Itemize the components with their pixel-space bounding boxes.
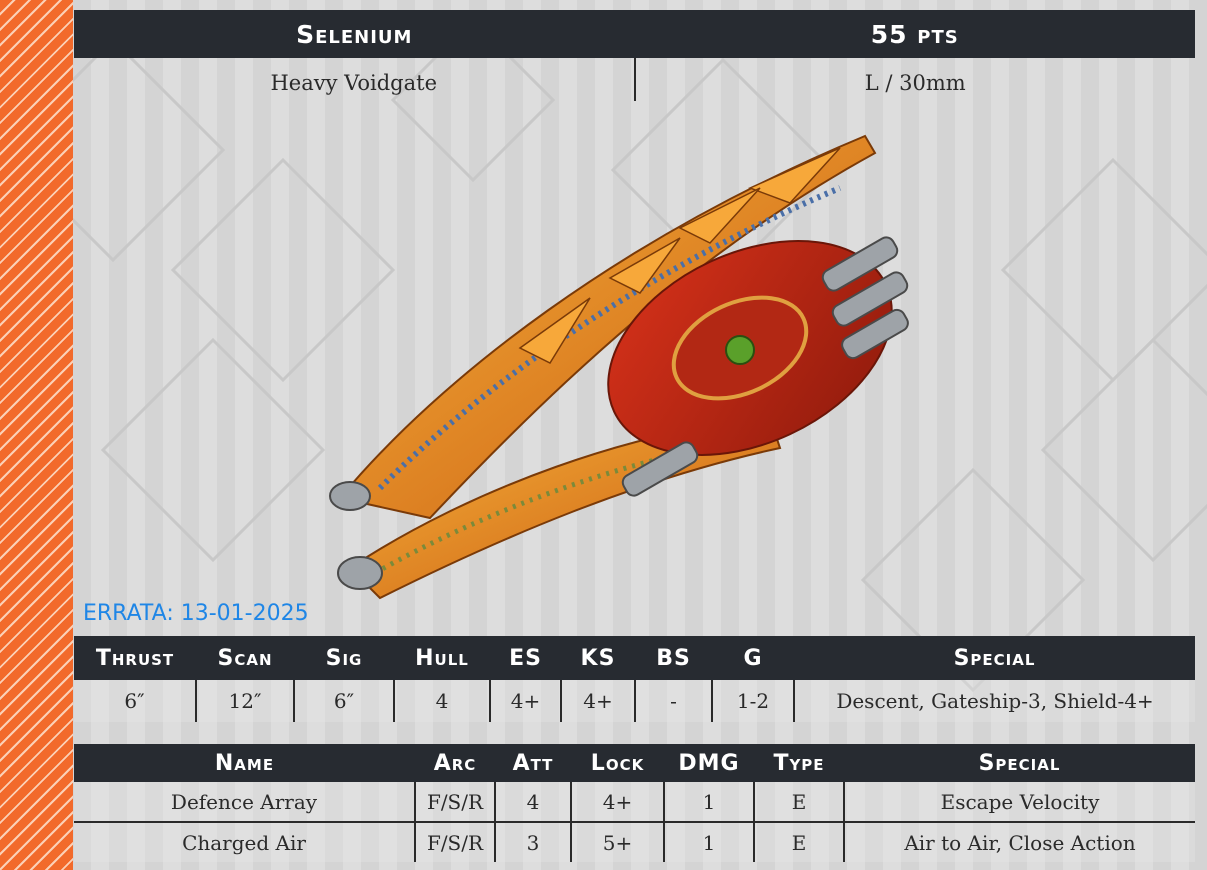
weapon-special: Escape Velocity xyxy=(844,782,1195,823)
weapon-header-arc: Arc xyxy=(415,744,495,782)
stat-g: 1-2 xyxy=(712,680,795,722)
stats-value-row: 6″ 12″ 6″ 4 4+ 4+ - 1-2 Descent, Gateshi… xyxy=(74,680,1195,722)
weapon-type: E xyxy=(754,822,845,862)
stat-header-g: G xyxy=(712,636,794,680)
stat-sig: 6″ xyxy=(294,680,395,722)
stat-bs: - xyxy=(635,680,713,722)
weapon-name: Defence Array xyxy=(74,782,416,823)
weapon-lock: 4+ xyxy=(571,782,665,823)
stat-header-special: Special xyxy=(794,636,1195,680)
weapon-att: 3 xyxy=(495,822,572,862)
ship-class: Heavy Voidgate xyxy=(270,71,438,95)
ship-name: Selenium xyxy=(296,19,413,49)
weapon-header-type: Type xyxy=(754,744,844,782)
stat-header-scan: Scan xyxy=(196,636,294,680)
weapon-dmg: 1 xyxy=(664,822,755,862)
weapons-table: Name Arc Att Lock DMG Type Special Defen… xyxy=(74,744,1195,862)
stat-header-hull: Hull xyxy=(394,636,490,680)
weapon-header-special: Special xyxy=(844,744,1195,782)
weapons-header-row: Name Arc Att Lock DMG Type Special xyxy=(74,744,1195,782)
ship-points: 55 pts xyxy=(870,19,959,49)
stat-header-ks: KS xyxy=(561,636,635,680)
stats-header-row: Thrust Scan Sig Hull ES KS BS G Special xyxy=(74,636,1195,680)
stat-header-sig: Sig xyxy=(294,636,394,680)
unit-card: Selenium 55 pts Heavy Voidgate L / 30mm xyxy=(0,0,1207,870)
weapon-lock: 5+ xyxy=(571,822,665,862)
weapon-arc: F/S/R xyxy=(415,782,496,823)
stat-special: Descent, Gateship-3, Shield-4+ xyxy=(794,680,1195,722)
ship-image xyxy=(329,134,909,600)
weapon-header-att: Att xyxy=(495,744,571,782)
stats-table: Thrust Scan Sig Hull ES KS BS G Special … xyxy=(74,636,1195,722)
stat-header-thrust: Thrust xyxy=(74,636,196,680)
stat-scan: 12″ xyxy=(196,680,295,722)
weapon-row: Charged Air F/S/R 3 5+ 1 E Air to Air, C… xyxy=(74,822,1195,862)
subtitle-row: Heavy Voidgate L / 30mm xyxy=(74,58,1195,102)
errata-date: ERRATA: 13-01-2025 xyxy=(83,601,309,626)
weapon-special: Air to Air, Close Action xyxy=(844,822,1195,862)
stat-header-es: ES xyxy=(490,636,561,680)
stat-ks: 4+ xyxy=(561,680,636,722)
weapon-att: 4 xyxy=(495,782,572,823)
title-bar: Selenium 55 pts xyxy=(74,10,1195,58)
stat-hull: 4 xyxy=(394,680,491,722)
weapon-header-name: Name xyxy=(74,744,415,782)
weapon-type: E xyxy=(754,782,845,823)
stat-header-bs: BS xyxy=(635,636,712,680)
weapon-arc: F/S/R xyxy=(415,822,496,862)
weapon-dmg: 1 xyxy=(664,782,755,823)
stat-thrust: 6″ xyxy=(74,680,197,722)
stat-es: 4+ xyxy=(490,680,562,722)
weapon-row: Defence Array F/S/R 4 4+ 1 E Escape Velo… xyxy=(74,782,1195,823)
weapon-name: Charged Air xyxy=(74,822,416,862)
weapon-header-dmg: DMG xyxy=(664,744,754,782)
weapon-header-lock: Lock xyxy=(571,744,664,782)
decorative-side-stripe xyxy=(0,0,74,870)
ship-size: L / 30mm xyxy=(864,71,966,95)
